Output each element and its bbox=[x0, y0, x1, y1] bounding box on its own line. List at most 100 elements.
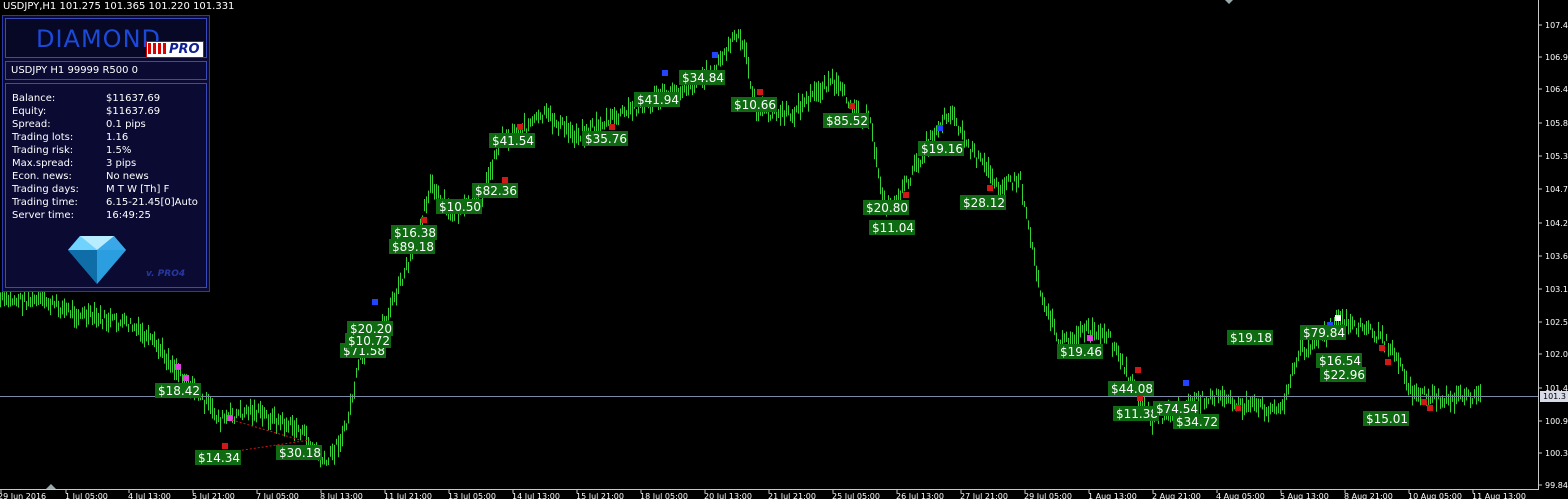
trade-marker bbox=[1385, 359, 1391, 365]
time-tick-label: 5 Jul 21:00 bbox=[192, 492, 235, 499]
trade-profit-text: $20.80 bbox=[866, 201, 908, 215]
trade-profit-text: $28.12 bbox=[963, 196, 1005, 210]
trade-profit-text: $22.96 bbox=[1323, 368, 1365, 382]
trade-profit-label: $85.52 bbox=[823, 113, 869, 128]
price-chart[interactable]: $18.42$14.34 $30.18$71.58$10.72$20.20$89.… bbox=[0, 0, 1568, 499]
price-tick-label: 99.84 bbox=[1545, 481, 1568, 490]
time-tick-label: 8 Aug 21:00 bbox=[1344, 492, 1393, 499]
price-tick-label: 107.4 bbox=[1545, 21, 1568, 30]
trade-marker bbox=[1235, 405, 1241, 411]
trade-profit-text: $18.42 bbox=[158, 384, 200, 398]
trade-profit-text: $30.18 bbox=[279, 446, 321, 460]
trade-profit-label: $19.16 bbox=[918, 141, 964, 156]
time-tick-label: 1 Aug 13:00 bbox=[1088, 492, 1137, 499]
trade-profit-label: $11.04 bbox=[869, 220, 915, 235]
price-tick-label: 105.3 bbox=[1545, 152, 1568, 161]
info-row: Econ. news: No news bbox=[12, 171, 149, 182]
info-row: Trading lots: 1.16 bbox=[12, 132, 129, 143]
trade-marker bbox=[1335, 315, 1341, 321]
trade-profit-text: $19.16 bbox=[921, 142, 963, 156]
trade-profit-label: $20.80 bbox=[863, 200, 909, 215]
trade-marker bbox=[849, 103, 855, 109]
trade-line bbox=[231, 419, 301, 441]
trade-profit-text: $14.34 bbox=[198, 451, 240, 465]
trade-marker bbox=[987, 185, 993, 191]
trade-profit-label: $34.72 bbox=[1173, 414, 1219, 429]
trade-profit-label: $34.84 bbox=[679, 70, 725, 85]
time-tick-label: 25 Jul 05:00 bbox=[832, 492, 880, 499]
trade-profit-label: $89.18 bbox=[389, 239, 435, 254]
trade-marker bbox=[372, 299, 378, 305]
info-row: Trading risk: 1.5% bbox=[12, 145, 132, 156]
trade-marker bbox=[1427, 405, 1433, 411]
trade-profit-text: $82.36 bbox=[475, 184, 517, 198]
trade-profit-label: $35.76 bbox=[582, 131, 628, 146]
trade-profit-text: $74.54 bbox=[1156, 402, 1198, 416]
trade-profit-text: $15.01 bbox=[1366, 412, 1408, 426]
time-tick-label: 15 Jul 21:00 bbox=[576, 492, 624, 499]
time-tick-label: 4 Aug 05:00 bbox=[1216, 492, 1265, 499]
ea-info-panel: DIAMOND PRO USDJPY H1 99999 R500 0 Balan… bbox=[2, 15, 210, 292]
price-tick-label: 100.3 bbox=[1545, 449, 1568, 458]
trade-profit-text: $16.54 bbox=[1319, 354, 1361, 368]
trade-marker bbox=[662, 70, 668, 76]
time-tick-label: 13 Jul 05:00 bbox=[448, 492, 496, 499]
trade-profit-text: $11.38 bbox=[1116, 407, 1158, 421]
price-tick-label: 103.6 bbox=[1545, 252, 1568, 261]
trade-marker bbox=[1087, 335, 1093, 341]
info-row: Server time: 16:49:25 bbox=[12, 210, 151, 221]
trade-marker bbox=[222, 443, 228, 449]
current-price-tag: 101.3 bbox=[1540, 391, 1568, 402]
trade-profit-text: $10.50 bbox=[439, 200, 481, 214]
trade-profit-label: $16.54 bbox=[1316, 353, 1362, 368]
trade-markers bbox=[175, 52, 1433, 453]
shift-marker-icon[interactable] bbox=[46, 484, 56, 489]
price-tick-label: 106.9 bbox=[1545, 53, 1568, 62]
time-tick-label: 2 Aug 21:00 bbox=[1152, 492, 1201, 499]
trade-profit-text: $41.54 bbox=[492, 134, 534, 148]
trade-profit-label: $28.12 bbox=[960, 195, 1006, 210]
trade-marker bbox=[937, 125, 943, 131]
trade-profit-label: $18.42 bbox=[155, 383, 201, 398]
scroll-marker-icon[interactable] bbox=[1225, 0, 1233, 4]
trade-profit-text: $19.46 bbox=[1060, 345, 1102, 359]
account-line: USDJPY H1 99999 R500 0 bbox=[5, 61, 207, 80]
trade-marker bbox=[517, 124, 523, 130]
time-tick-label: 14 Jul 13:00 bbox=[512, 492, 560, 499]
price-tick-label: 100.9 bbox=[1545, 417, 1568, 426]
price-tick-label: 105.8 bbox=[1545, 119, 1568, 128]
price-tick-label: 104.7 bbox=[1545, 185, 1568, 194]
diamond-icon bbox=[68, 236, 126, 284]
time-tick-label: 5 Aug 13:00 bbox=[1280, 492, 1329, 499]
trade-marker bbox=[502, 177, 508, 183]
trade-profit-label: $74.54 bbox=[1153, 401, 1199, 416]
trade-profit-label: $44.08 bbox=[1108, 381, 1154, 396]
trade-profit-label: $15.01 bbox=[1363, 411, 1409, 426]
price-tick-label: 106.4 bbox=[1545, 85, 1568, 94]
trade-marker bbox=[183, 375, 189, 381]
price-axis: 107.4 106.9 106.4 105.8 105.3 104.7 104.2 103.6… bbox=[1538, 21, 1568, 490]
trade-marker bbox=[609, 124, 615, 130]
time-tick-label: 27 Jul 21:00 bbox=[960, 492, 1008, 499]
time-tick-label: 26 Jul 13:00 bbox=[896, 492, 944, 499]
trade-profit-text: $10.72 bbox=[348, 334, 390, 348]
version-label: v. PRO4 bbox=[146, 269, 186, 279]
trade-profit-text: $79.84 bbox=[1303, 326, 1345, 340]
price-tick-label: 103.1 bbox=[1545, 285, 1568, 294]
trade-profit-label: $82.36 bbox=[472, 183, 518, 198]
trade-profit-label: $30.18 bbox=[276, 445, 322, 460]
trade-profit-label: $79.84 bbox=[1300, 325, 1346, 340]
trade-marker bbox=[757, 89, 763, 95]
flag-icon bbox=[148, 43, 166, 54]
time-tick-label: 7 Jul 05:00 bbox=[256, 492, 299, 499]
time-tick-label: 18 Jul 05:00 bbox=[640, 492, 688, 499]
trade-profit-text: $85.52 bbox=[826, 114, 868, 128]
logo-text: DIAMOND bbox=[36, 25, 162, 53]
trade-profit-label: $16.38 bbox=[391, 225, 437, 240]
price-bars bbox=[0, 29, 1481, 468]
trade-profit-text: $11.04 bbox=[872, 221, 914, 235]
info-box: Balance: $11637.69 Equity: $11637.69 Sprea… bbox=[5, 83, 207, 288]
price-tick-label: 102.0 bbox=[1545, 350, 1568, 359]
time-axis: 29 Jun 2016 1 Jul 05:00 4 Jul 13:00 5 Jul 2… bbox=[0, 489, 1526, 499]
time-tick-label: 11 Jul 21:00 bbox=[384, 492, 432, 499]
